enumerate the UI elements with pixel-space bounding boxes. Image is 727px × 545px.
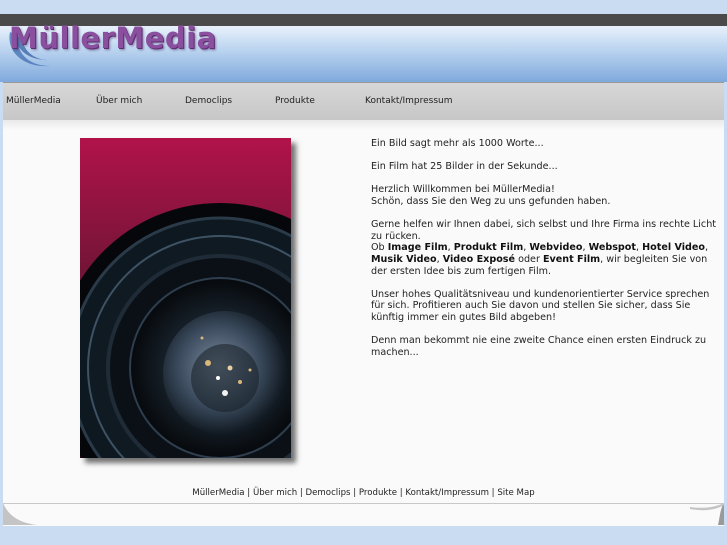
services-oder: oder [518, 253, 540, 265]
intro-paragraph-2: Ein Film hat 25 Bilder in der Sekunde... [371, 161, 558, 173]
welcome-subtext: Schön, dass Sie den Weg zu uns gefunden … [371, 195, 611, 207]
intro-paragraph-3: Herzlich Willkommen bei MüllerMedia! Sch… [371, 184, 719, 207]
footer-link-contact[interactable]: Kontakt/Impressum [405, 488, 489, 498]
footer-separator: | [350, 488, 359, 498]
services-ob: Ob [371, 242, 385, 254]
comma: , [704, 242, 709, 254]
left-corner-decoration [3, 503, 37, 525]
footer-navigation: MüllerMedia | Über mich | Democlips | Pr… [0, 488, 727, 498]
product-image-film: Image Film [387, 242, 448, 254]
nav-item-about[interactable]: Über mich [96, 96, 142, 106]
intro-paragraph-1: Ein Bild sagt mehr als 1000 Worte... [371, 138, 544, 149]
product-webspot: Webspot [588, 242, 636, 254]
product-produkt-film: Produkt Film [453, 242, 524, 254]
nav-item-products[interactable]: Produkte [275, 96, 315, 106]
intro-paragraph-4: Gerne helfen wir Ihnen dabei, sich selbs… [371, 219, 719, 277]
camera-lens-icon [80, 203, 291, 458]
nav-item-democlips[interactable]: Democlips [185, 96, 232, 106]
footer-separator: | [297, 488, 306, 498]
intro-text: Ein Bild sagt mehr als 1000 Worte... Ein… [371, 138, 719, 370]
comma: , [447, 242, 451, 254]
footer-link-home[interactable]: MüllerMedia [192, 488, 244, 498]
nav-item-home[interactable]: MüllerMedia [6, 96, 61, 106]
navbar-shadow [3, 120, 724, 130]
comma: , [635, 242, 640, 254]
footer-link-democlips[interactable]: Democlips [306, 488, 351, 498]
product-webvideo: Webvideo [529, 242, 583, 254]
nav-item-contact[interactable]: Kontakt/Impressum [365, 96, 453, 106]
product-video-expose: Video Exposé [442, 253, 516, 265]
footer-link-sitemap[interactable]: Site Map [497, 488, 534, 498]
right-corner-decoration [690, 503, 724, 525]
comma: , [523, 242, 527, 254]
product-musik-video: Musik Video [371, 253, 437, 265]
comma: , [436, 253, 440, 265]
product-hotel-video: Hotel Video [642, 242, 705, 254]
intro-paragraph-5: Unser hohes Qualitätsniveau und kundenor… [371, 288, 710, 323]
intro-paragraph-6: Denn man bekommt nie eine zweite Chance … [371, 335, 707, 358]
footer-link-about[interactable]: Über mich [253, 488, 297, 498]
bottom-bar [3, 503, 724, 526]
services-intro: Gerne helfen wir Ihnen dabei, sich selbs… [371, 219, 717, 242]
footer-separator: | [244, 488, 253, 498]
comma: , [582, 242, 586, 254]
product-event-film: Event Film [542, 253, 601, 265]
site-logo[interactable]: MüllerMedia [9, 21, 217, 55]
welcome-text: Herzlich Willkommen bei MüllerMedia! [371, 184, 555, 196]
footer-link-products[interactable]: Produkte [359, 488, 397, 498]
camera-lens-photo [80, 138, 291, 458]
